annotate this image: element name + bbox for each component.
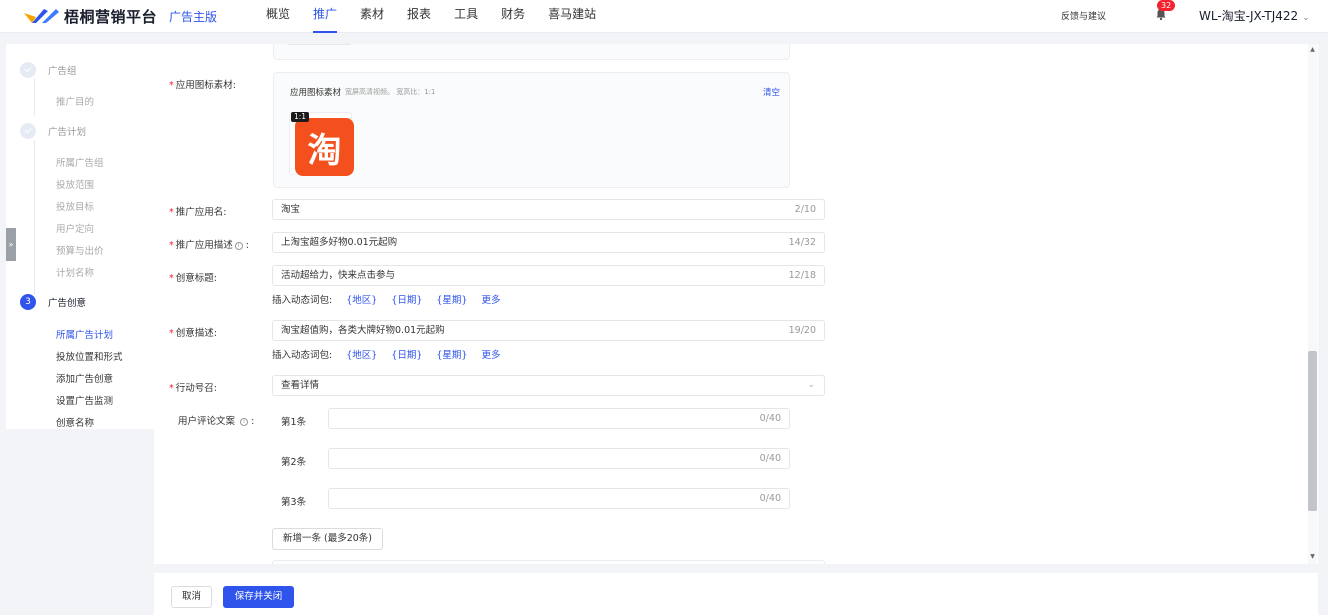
dyn-tag-weekday[interactable]: {星期}	[436, 295, 467, 306]
dyn-tag-region[interactable]: {地区}	[346, 295, 377, 306]
feedback-link[interactable]: 反馈与建议	[1061, 9, 1106, 22]
step-number: 3	[20, 294, 36, 310]
creative-title-input[interactable]: 活动超给力，快来点击参与 12/18	[272, 265, 825, 286]
main-nav: 概览 推广 素材 报表 工具 财务 喜马建站	[266, 0, 619, 33]
previous-card	[273, 44, 790, 60]
substep-item[interactable]: 添加广告创意	[56, 371, 113, 385]
dyn-tag-region[interactable]: {地区}	[346, 350, 377, 361]
icon-card-title: 应用图标素材	[290, 88, 342, 98]
comment-input-3[interactable]: 0/40	[328, 488, 790, 509]
dynamic-words-title: 插入动态词包: {地区} {日期} {星期} 更多	[272, 295, 501, 306]
next-field	[272, 560, 825, 564]
cta-label: * 行动号召:	[169, 383, 217, 394]
dyn-tag-date[interactable]: {日期}	[391, 295, 422, 306]
substep-item[interactable]: 计划名称	[56, 265, 94, 279]
scrollbar-thumb[interactable]	[1308, 351, 1317, 511]
creative-form: * 应用图标素材: 应用图标素材 宽屏高清视频。 宽高比：1:1 清空 淘 1:1…	[154, 44, 1318, 564]
creative-desc-label: * 创意描述:	[169, 328, 217, 339]
substep-item[interactable]: 创意名称	[56, 415, 94, 429]
icon-label: * 应用图标素材:	[169, 80, 236, 91]
comment-input-1[interactable]: 0/40	[328, 408, 790, 429]
scroll-up-icon[interactable]: ▲	[1308, 46, 1317, 56]
dyn-tag-date[interactable]: {日期}	[391, 350, 422, 361]
step-ad-plan[interactable]: 广告计划	[20, 123, 86, 139]
app-desc-label: * 推广应用描述 i :	[169, 240, 249, 251]
comment-row-label: 第3条	[281, 497, 307, 508]
expand-sidebar-button[interactable]: »	[6, 228, 16, 261]
comment-input-2[interactable]: 0/40	[328, 448, 790, 469]
substep-item[interactable]: 预算与出价	[56, 243, 104, 257]
substep-item[interactable]: 投放目标	[56, 199, 94, 213]
substep-item[interactable]: 投放范围	[56, 177, 94, 191]
step-ad-creative[interactable]: 3 广告创意	[20, 294, 86, 310]
account-name: WL-淘宝-JX-TJ422	[1199, 9, 1299, 23]
brand-name: 梧桐营销平台	[64, 7, 158, 26]
app-name-label: * 推广应用名:	[169, 207, 227, 218]
dyn-tag-weekday[interactable]: {星期}	[436, 350, 467, 361]
dyn-tag-more[interactable]: 更多	[481, 295, 500, 306]
check-icon	[20, 123, 36, 139]
brand-edition: 广告主版	[169, 9, 218, 24]
substep-item[interactable]: 设置广告监测	[56, 393, 113, 407]
notification-badge: 32	[1157, 0, 1176, 11]
footer-bar: 取消 保存并关闭	[154, 573, 1318, 615]
step-connector	[34, 78, 35, 116]
step-label: 广告创意	[48, 298, 87, 309]
creative-title-label: * 创意标题:	[169, 273, 217, 284]
taobao-app-icon: 淘	[295, 118, 354, 176]
dynamic-words-desc: 插入动态词包: {地区} {日期} {星期} 更多	[272, 350, 501, 361]
app-name-input[interactable]: 淘宝 2/10	[272, 199, 825, 220]
nav-tools[interactable]: 工具	[454, 0, 478, 33]
step-label: 广告计划	[48, 127, 87, 138]
substep-item[interactable]: 用户定向	[56, 221, 94, 235]
clear-button[interactable]: 清空	[763, 86, 780, 98]
cancel-button[interactable]: 取消	[171, 586, 212, 608]
brand-logo[interactable]: 梧桐营销平台 广告主版	[22, 5, 217, 27]
comment-row-label: 第1条	[281, 417, 307, 428]
substep-item[interactable]: 所属广告计划	[56, 327, 113, 341]
info-icon[interactable]: i	[240, 418, 249, 426]
save-close-button[interactable]: 保存并关闭	[223, 586, 294, 608]
app-desc-input[interactable]: 上淘宝超多好物0.01元起购 14/32	[272, 232, 825, 253]
nav-overview[interactable]: 概览	[266, 0, 290, 33]
brand-mark-icon	[22, 7, 60, 25]
nav-promotion[interactable]: 推广	[313, 0, 338, 33]
check-icon	[20, 62, 36, 78]
icon-upload-card: 应用图标素材 宽屏高清视频。 宽高比：1:1 清空 淘 1:1	[273, 72, 790, 188]
chevron-down-icon: ⌄	[807, 380, 815, 390]
nav-materials[interactable]: 素材	[360, 0, 384, 33]
cta-select[interactable]: 查看详情 ⌄	[272, 375, 825, 396]
ratio-badge: 1:1	[291, 112, 310, 122]
chevron-down-icon: ⌄	[1302, 13, 1310, 23]
creative-desc-input[interactable]: 淘宝超值购，各类大牌好物0.01元起购 19/20	[272, 320, 825, 341]
scroll-down-icon[interactable]: ▼	[1308, 553, 1317, 563]
comment-row-label: 第2条	[281, 457, 307, 468]
comment-label: 用户评论文案 i :	[178, 416, 255, 427]
substep-item[interactable]: 所属广告组	[56, 155, 104, 169]
icon-hint: 宽屏高清视频。 宽高比：1:1	[345, 88, 436, 96]
nav-reports[interactable]: 报表	[407, 0, 431, 33]
top-navbar: 梧桐营销平台 广告主版 概览 推广 素材 报表 工具 财务 喜马建站 反馈与建议…	[0, 0, 1328, 33]
account-menu[interactable]: WL-淘宝-JX-TJ422 ⌄	[1199, 7, 1310, 24]
icon-thumbnail[interactable]: 淘 1:1	[289, 112, 354, 176]
step-label: 广告组	[48, 66, 77, 77]
nav-finance[interactable]: 财务	[501, 0, 525, 33]
info-icon[interactable]: i	[234, 242, 243, 250]
step-ad-group[interactable]: 广告组	[20, 62, 77, 78]
dyn-tag-more[interactable]: 更多	[481, 350, 500, 361]
step-connector	[34, 140, 35, 295]
substep-item[interactable]: 推广目的	[56, 94, 94, 108]
substep-item[interactable]: 投放位置和形式	[56, 349, 123, 363]
nav-site-builder[interactable]: 喜马建站	[548, 0, 596, 33]
add-comment-button[interactable]: 新增一条 (最多20条)	[272, 528, 383, 550]
